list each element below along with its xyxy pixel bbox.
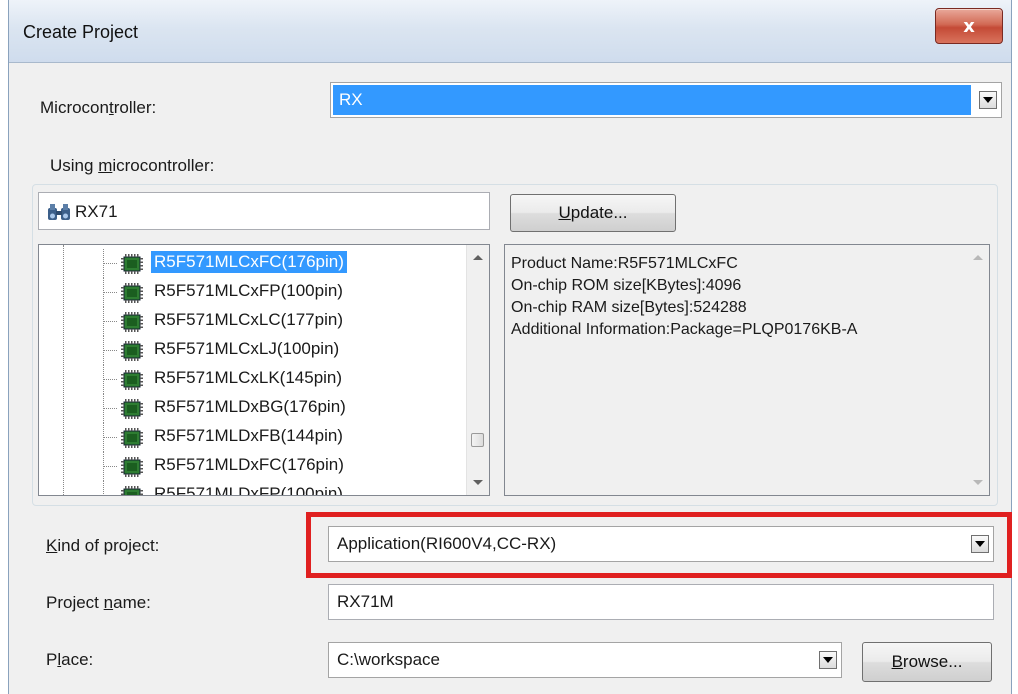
tree-branch-line xyxy=(103,350,117,351)
place-label: Place: xyxy=(46,650,94,669)
tree-branch-line xyxy=(103,495,117,496)
scroll-thumb[interactable] xyxy=(471,433,484,447)
project-name-label: Project name: xyxy=(46,593,151,612)
scroll-up-icon[interactable] xyxy=(473,255,483,260)
chip-icon xyxy=(119,428,145,453)
tree-item[interactable]: R5F571MLDxFB(144pin) xyxy=(39,423,467,452)
chip-icon xyxy=(119,486,145,495)
close-button[interactable]: x xyxy=(935,8,1003,44)
tree-item-label: R5F571MLCxLK(145pin) xyxy=(154,368,343,387)
info-additional: Additional Information:Package=PLQP0176K… xyxy=(511,321,858,338)
tree-item-label: R5F571MLDxBG(176pin) xyxy=(154,397,346,416)
tree-item-label: R5F571MLDxFC(176pin) xyxy=(154,455,344,474)
tree-item[interactable]: R5F571MLDxBG(176pin) xyxy=(39,394,467,423)
selection-highlight xyxy=(333,85,971,115)
scroll-down-icon xyxy=(973,480,983,485)
tree-branch-line xyxy=(103,466,117,467)
tree-guide-line xyxy=(103,481,104,495)
device-search-value: RX71 xyxy=(75,202,118,221)
tree-item-label: R5F571MLCxFC(176pin) xyxy=(151,251,347,273)
dialog-title: Create Project xyxy=(23,22,139,42)
tree-branch-line xyxy=(103,408,117,409)
microcontroller-label: Microcontroller: xyxy=(40,98,157,117)
project-name-input[interactable]: RX71M xyxy=(328,584,994,620)
tree-item-label: R5F571MLCxLC(177pin) xyxy=(154,310,343,329)
chip-icon xyxy=(119,312,145,337)
device-tree-scrollbar[interactable] xyxy=(466,245,489,495)
tree-branch-line xyxy=(103,321,117,322)
title-bar[interactable]: Create Project x xyxy=(9,0,1011,63)
info-product-name: Product Name:R5F571MLCxFC xyxy=(511,255,738,272)
chip-icon xyxy=(119,399,145,424)
tree-item-label: R5F571MLDxFP(100pin) xyxy=(154,484,343,496)
tree-item-label: R5F571MLDxFB(144pin) xyxy=(154,426,343,445)
tree-branch-line xyxy=(103,437,117,438)
tree-item-label: R5F571MLCxLJ(100pin) xyxy=(154,339,340,358)
close-icon: x xyxy=(963,15,975,37)
device-tree[interactable]: R5F571MLCxFC(176pin) R5F571MLCxFP(100pin)… xyxy=(38,244,490,496)
binoculars-icon xyxy=(47,202,71,227)
tree-item[interactable]: R5F571MLDxFC(176pin) xyxy=(39,452,467,481)
scroll-down-icon[interactable] xyxy=(473,480,483,485)
chip-icon xyxy=(119,283,145,308)
tree-item[interactable]: R5F571MLCxLK(145pin) xyxy=(39,365,467,394)
tree-item[interactable]: R5F571MLCxLC(177pin) xyxy=(39,307,467,336)
device-search-input[interactable]: RX71 xyxy=(38,192,490,230)
chip-icon xyxy=(119,254,145,279)
chevron-down-icon[interactable] xyxy=(979,91,997,109)
update-button[interactable]: Update... xyxy=(510,194,676,232)
tree-item-label: R5F571MLCxFP(100pin) xyxy=(154,281,343,300)
info-rom-size: On-chip ROM size[KBytes]:4096 xyxy=(511,277,742,294)
browse-button[interactable]: Browse... xyxy=(862,642,992,682)
chip-icon xyxy=(119,457,145,482)
place-value: C:\workspace xyxy=(337,650,440,669)
chip-icon xyxy=(119,370,145,395)
scroll-up-icon xyxy=(973,255,983,260)
tree-branch-line xyxy=(103,292,117,293)
tree-item[interactable]: R5F571MLCxFC(176pin) xyxy=(39,249,467,278)
microcontroller-value: RX xyxy=(339,90,363,109)
place-select[interactable]: C:\workspace xyxy=(328,642,842,678)
tree-branch-line xyxy=(103,263,117,264)
microcontroller-select[interactable]: RX xyxy=(330,82,1002,118)
highlight-annotation xyxy=(306,512,1012,578)
tree-item[interactable]: R5F571MLDxFP(100pin) xyxy=(39,481,467,496)
info-scrollbar xyxy=(967,245,989,495)
using-microcontroller-label: Using microcontroller: xyxy=(50,156,215,175)
device-info-panel: Product Name:R5F571MLCxFC On-chip ROM si… xyxy=(504,244,990,496)
tree-branch-line xyxy=(103,379,117,380)
chip-icon xyxy=(119,341,145,366)
tree-item[interactable]: R5F571MLCxLJ(100pin) xyxy=(39,336,467,365)
info-ram-size: On-chip RAM size[Bytes]:524288 xyxy=(511,299,747,316)
tree-item[interactable]: R5F571MLCxFP(100pin) xyxy=(39,278,467,307)
project-name-value: RX71M xyxy=(337,592,394,611)
chevron-down-icon[interactable] xyxy=(819,651,837,669)
kind-of-project-label: Kind of project: xyxy=(46,536,160,555)
